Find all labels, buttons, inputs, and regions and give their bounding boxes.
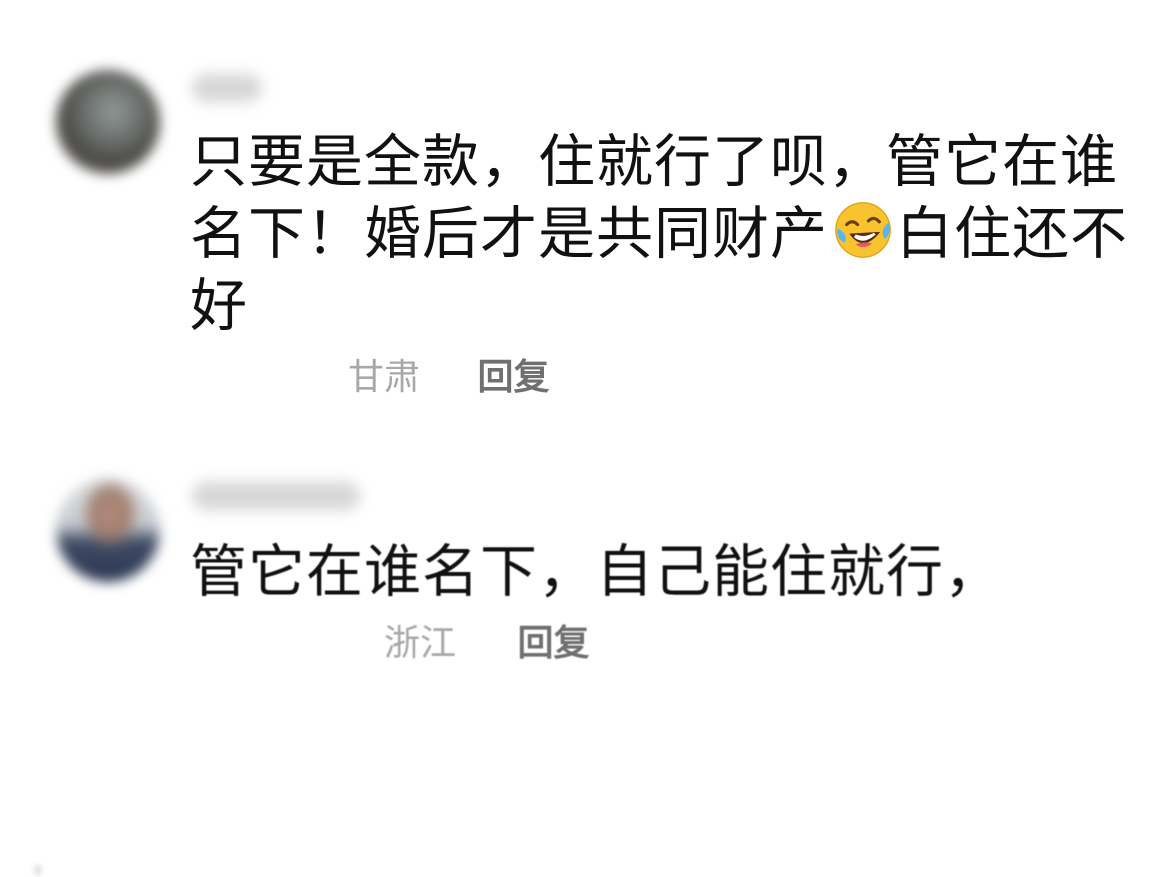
username-blurred[interactable] bbox=[192, 482, 360, 510]
comment-text: 只要是全款，住就行了呗，管它在谁名下！婚后才是共同财产 白住还不好 bbox=[190, 126, 1130, 342]
region-label: 浙江 bbox=[384, 623, 457, 664]
avatar[interactable] bbox=[56, 478, 160, 582]
comment-meta: 甘肃 回复 bbox=[348, 356, 549, 400]
comment-meta: 浙江 回复 bbox=[384, 622, 589, 666]
corner-artifact bbox=[34, 865, 42, 875]
reply-button[interactable]: 回复 bbox=[477, 357, 549, 398]
comment-text: 管它在谁名下，自己能住就行， bbox=[190, 539, 1002, 605]
avatar[interactable] bbox=[56, 70, 160, 174]
username-blurred[interactable] bbox=[192, 74, 262, 102]
region-label: 甘肃 bbox=[348, 357, 421, 398]
reply-button[interactable]: 回复 bbox=[517, 623, 589, 664]
laughing-crying-emoji-icon bbox=[835, 202, 891, 258]
